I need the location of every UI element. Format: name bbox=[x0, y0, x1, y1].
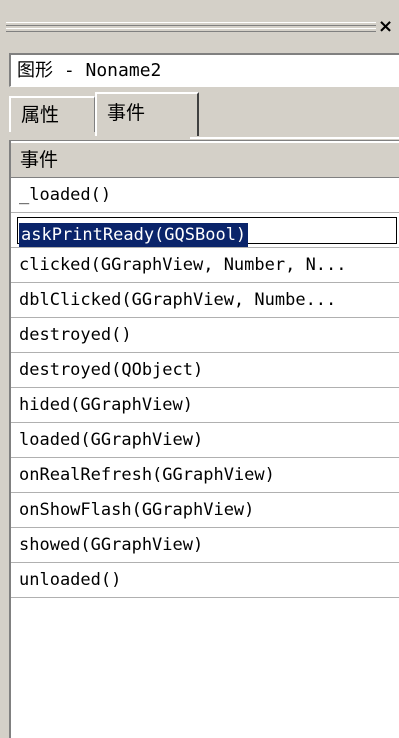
events-column-header[interactable]: 事件 bbox=[11, 141, 399, 178]
event-list-item-label: onShowFlash(GGraphView) bbox=[19, 500, 255, 520]
event-list-item[interactable]: unloaded() bbox=[11, 563, 399, 598]
event-list-item-label: loaded(GGraphView) bbox=[19, 430, 204, 450]
event-list-item[interactable]: onRealRefresh(GGraphView) bbox=[11, 458, 399, 493]
tab-properties[interactable]: 属性 bbox=[9, 96, 95, 132]
grip-line bbox=[6, 31, 376, 32]
tab-bar: 属性 事件 bbox=[9, 92, 399, 137]
object-name-field[interactable]: 图形 - Noname2 bbox=[9, 53, 399, 87]
tab-divider bbox=[190, 137, 399, 139]
event-list-item[interactable]: hided(GGraphView) bbox=[11, 388, 399, 423]
close-icon[interactable]: × bbox=[378, 16, 399, 38]
event-list-item[interactable]: clicked(GGraphView, Number, N... bbox=[11, 248, 399, 283]
event-list-item-label: clicked(GGraphView, Number, N... bbox=[19, 255, 347, 275]
event-list-item-label: showed(GGraphView) bbox=[19, 535, 204, 555]
event-list-item-label: unloaded() bbox=[19, 570, 122, 590]
event-list-item-label: askPrintReady(GQSBool) bbox=[19, 223, 249, 247]
event-list-item-label: dblClicked(GGraphView, Numbe... bbox=[19, 290, 337, 310]
event-list-item-label: _loaded() bbox=[19, 185, 112, 205]
event-list-item-label: destroyed(QObject) bbox=[19, 360, 204, 380]
event-list-item[interactable]: showed(GGraphView) bbox=[11, 528, 399, 563]
event-list-item[interactable]: destroyed(QObject) bbox=[11, 353, 399, 388]
event-list-item[interactable]: askPrintReady(GQSBool) bbox=[11, 213, 399, 248]
event-list-item[interactable]: dblClicked(GGraphView, Numbe... bbox=[11, 283, 399, 318]
grip-line bbox=[6, 25, 376, 26]
event-list-item[interactable]: loaded(GGraphView) bbox=[11, 423, 399, 458]
event-list-item[interactable]: destroyed() bbox=[11, 318, 399, 353]
panel-title-bar[interactable]: × bbox=[0, 0, 399, 44]
event-list-item-label: hided(GGraphView) bbox=[19, 395, 193, 415]
selection-focus-box: askPrintReady(GQSBool) bbox=[17, 217, 397, 247]
events-list: _loaded() askPrintReady(GQSBool) clicked(G… bbox=[11, 178, 399, 598]
events-list-panel: 事件 _loaded() askPrintReady(GQSBool) clicke… bbox=[9, 140, 399, 738]
grip-line bbox=[6, 22, 376, 23]
event-list-item[interactable]: _loaded() bbox=[11, 178, 399, 213]
event-list-item[interactable]: onShowFlash(GGraphView) bbox=[11, 493, 399, 528]
tab-events[interactable]: 事件 bbox=[95, 92, 199, 136]
grip-line bbox=[6, 28, 376, 29]
event-list-item-label: destroyed() bbox=[19, 325, 132, 345]
event-list-item-label: onRealRefresh(GGraphView) bbox=[19, 465, 275, 485]
